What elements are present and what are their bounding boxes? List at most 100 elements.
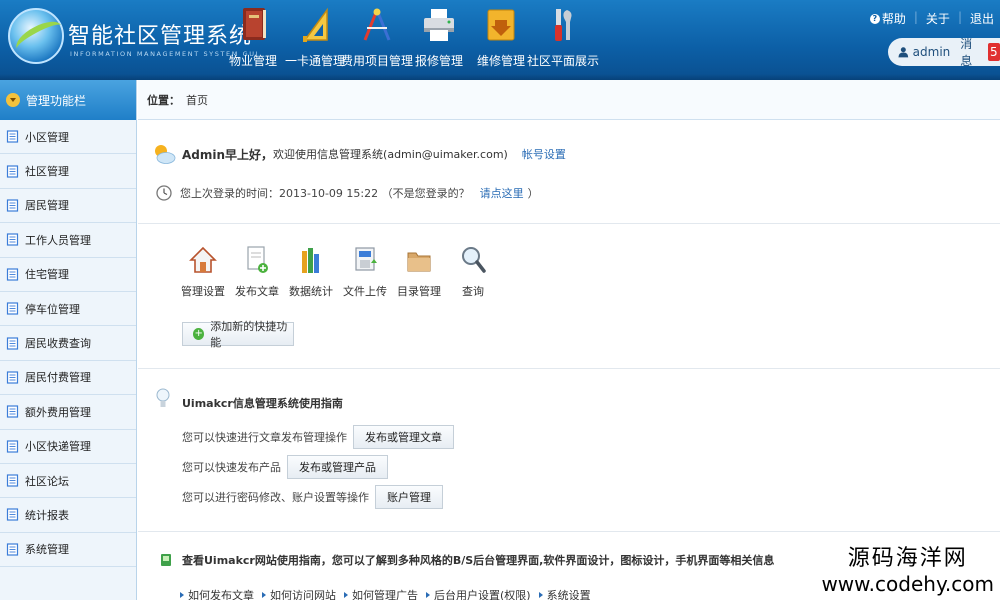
- account-manage-button[interactable]: 账户管理: [375, 485, 443, 509]
- sidebar-item[interactable]: 统计报表: [0, 498, 136, 533]
- manage-product-button[interactable]: 发布或管理产品: [287, 455, 388, 479]
- sidebar-item[interactable]: 社区管理: [0, 154, 136, 189]
- tools-icon: [555, 9, 572, 41]
- clock-icon: [156, 185, 172, 201]
- list-doc-icon: [6, 233, 19, 246]
- collapse-arrow-icon: [6, 93, 20, 107]
- printer-icon: [424, 9, 454, 41]
- compass-icon: [363, 8, 391, 41]
- welcome-text: 欢迎使用信息管理系统(admin@uimaker.com): [273, 148, 508, 161]
- sidebar-item[interactable]: 系统管理: [0, 533, 136, 568]
- guide-row-product: 您可以快速发布产品 发布或管理产品: [182, 455, 388, 479]
- link-manage-ads[interactable]: 如何管理广告: [344, 587, 418, 600]
- guide-book-icon: [161, 554, 171, 566]
- message-count-badge[interactable]: 5: [987, 43, 1000, 61]
- lightbulb-icon: [156, 388, 170, 407]
- sun-cloud-icon: [155, 145, 176, 164]
- help-links: 如何发布文章 如何访问网站 如何管理广告 后台用户设置(权限) 系统设置: [180, 587, 599, 600]
- top-links: ? 帮助 | 关于 | 退出: [864, 10, 1000, 27]
- link-separator: |: [913, 10, 918, 24]
- link-publish-article[interactable]: 如何发布文章: [180, 587, 254, 600]
- sidebar-item[interactable]: 住宅管理: [0, 258, 136, 292]
- list-doc-icon: [6, 130, 19, 143]
- link-visit-site[interactable]: 如何访问网站: [262, 587, 336, 600]
- link-user-permissions[interactable]: 后台用户设置(权限): [426, 587, 531, 600]
- sidebar-list: 小区管理社区管理居民管理工作人员管理 住宅管理停车位管理居民收费查询 居民付费管理额…: [0, 120, 136, 568]
- account-settings-link[interactable]: 帐号设置: [522, 146, 566, 162]
- help-link[interactable]: ? 帮助: [864, 10, 912, 27]
- user-box: admin 消息 5: [888, 35, 1000, 69]
- sidebar-item[interactable]: 小区快递管理: [0, 430, 136, 464]
- sidebar-item[interactable]: 额外费用管理: [0, 395, 136, 430]
- sidebar-item-label: 系统管理: [25, 543, 69, 557]
- quick-data-stats[interactable]: 数据统计: [284, 245, 338, 299]
- list-doc-icon: [6, 371, 19, 384]
- last-login-close: ）: [527, 187, 539, 200]
- help-icon: ?: [869, 13, 880, 24]
- sidebar-item-label: 居民收费查询: [25, 337, 91, 351]
- add-quick-function-button[interactable]: + 添加新的快捷功能: [182, 320, 294, 349]
- quick-search[interactable]: 查询: [446, 245, 500, 299]
- sidebar-item[interactable]: 居民收费查询: [0, 326, 136, 361]
- quick-directory[interactable]: 目录管理: [392, 245, 446, 299]
- list-doc-icon: [6, 405, 19, 418]
- list-doc-icon: [6, 543, 19, 556]
- sidebar-item-label: 工作人员管理: [25, 233, 91, 247]
- sidebar-item-label: 小区管理: [25, 130, 69, 144]
- file-upload-icon: [355, 247, 377, 271]
- nav-repair[interactable]: 报修管理: [408, 0, 470, 80]
- list-doc-icon: [6, 164, 19, 178]
- nav-card[interactable]: 一卡通管理: [284, 0, 346, 80]
- breadcrumb-current[interactable]: 首页: [186, 92, 208, 108]
- site-guide-line: 查看Uimakcr网站使用指南，您可以了解到多种风格的B/S后台管理界面,软件界…: [160, 552, 774, 568]
- folder-icon: [407, 252, 431, 272]
- messages-link[interactable]: 消息: [960, 35, 981, 69]
- nav-fee[interactable]: 费用项目管理: [341, 0, 413, 80]
- sidebar-header[interactable]: 管理功能栏: [0, 80, 136, 120]
- list-doc-icon: [6, 268, 19, 281]
- ruler-triangle-icon: [303, 7, 328, 42]
- sidebar-item[interactable]: 工作人员管理: [0, 223, 136, 258]
- sidebar-item[interactable]: 居民付费管理: [0, 361, 136, 396]
- list-doc-icon: [6, 302, 19, 315]
- sidebar-item[interactable]: 小区管理: [0, 120, 136, 155]
- sidebar-item-label: 停车位管理: [25, 302, 80, 316]
- sidebar-item-label: 小区快递管理: [25, 440, 91, 454]
- guide-row-article: 您可以快速进行文章发布管理操作 发布或管理文章: [182, 425, 454, 449]
- sidebar-item[interactable]: 社区论坛: [0, 464, 136, 499]
- quick-manage-settings[interactable]: 管理设置: [176, 245, 230, 299]
- sidebar-item-label: 住宅管理: [25, 268, 69, 282]
- breadcrumb: 位置： 首页: [138, 80, 1000, 120]
- list-doc-icon: [6, 474, 19, 487]
- books-icon: [302, 248, 319, 273]
- divider: [138, 223, 1000, 224]
- username[interactable]: admin: [913, 45, 951, 59]
- guide-row-account: 您可以进行密码修改、账户设置等操作 账户管理: [182, 485, 443, 509]
- not-me-link[interactable]: 请点这里: [480, 185, 524, 201]
- watermark-line2: www.codehy.com: [821, 572, 994, 596]
- watermark: 源码海洋网 www.codehy.com: [821, 540, 994, 596]
- link-system-settings[interactable]: 系统设置: [539, 587, 591, 600]
- sidebar-item-label: 社区管理: [25, 165, 69, 179]
- watermark-line1: 源码海洋网: [847, 546, 968, 571]
- nav-maintenance[interactable]: 维修管理: [470, 0, 532, 80]
- quick-publish-article[interactable]: 发布文章: [230, 245, 284, 299]
- sidebar-item-label: 统计报表: [25, 508, 69, 522]
- app-header: 智能社区管理系统 INFORMATION MANAGEMENT SYSTEM G…: [0, 0, 1000, 80]
- sidebar-item[interactable]: 居民管理: [0, 189, 136, 224]
- last-login-text: 您上次登录的时间：2013-10-09 15:22 （不是您登录的？: [180, 187, 470, 200]
- sidebar: 管理功能栏 小区管理社区管理居民管理工作人员管理 住宅管理停车位管理居民收费查询居…: [0, 80, 137, 600]
- site-guide-text: 查看Uimakcr网站使用指南，您可以了解到多种风格的B/S后台管理界面,软件界…: [182, 554, 775, 567]
- plus-icon: +: [193, 328, 205, 340]
- manage-article-button[interactable]: 发布或管理文章: [353, 425, 454, 449]
- nav-community-map[interactable]: 社区平面展示: [527, 0, 599, 80]
- quick-file-upload[interactable]: 文件上传: [338, 245, 392, 299]
- download-box-icon: [487, 9, 515, 41]
- nav-property[interactable]: 物业管理: [222, 0, 284, 80]
- sidebar-item-label: 居民付费管理: [25, 371, 91, 385]
- about-link[interactable]: 关于: [920, 10, 956, 27]
- guide-title: Uimakcr信息管理系统使用指南: [182, 397, 343, 410]
- last-login-line: 您上次登录的时间：2013-10-09 15:22 （不是您登录的？ 请点这里 …: [156, 185, 539, 201]
- sidebar-item[interactable]: 停车位管理: [0, 292, 136, 327]
- logout-link[interactable]: 退出: [964, 10, 1000, 27]
